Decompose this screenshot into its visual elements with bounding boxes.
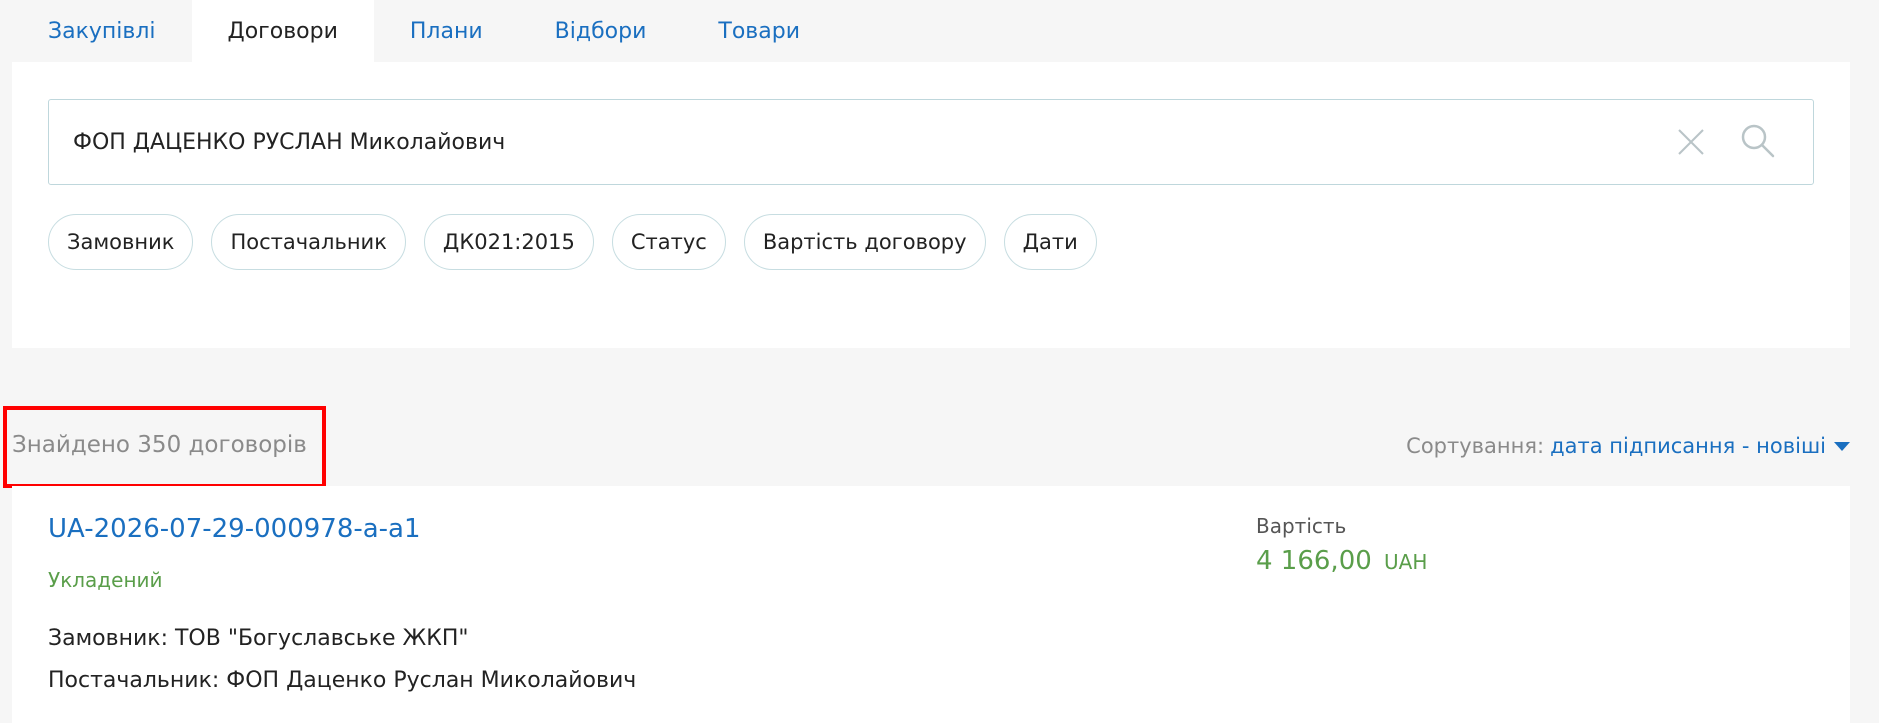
filter-status[interactable]: Статус	[611, 214, 726, 270]
tab-selections[interactable]: Відбори	[519, 0, 683, 62]
filter-supplier[interactable]: Постачальник	[211, 214, 406, 270]
price-value: 4 166,00 UAH	[1256, 546, 1427, 576]
search-input[interactable]	[73, 100, 1653, 184]
sort-control: Сортування: дата підписання - новіші	[1406, 434, 1850, 458]
filter-dates[interactable]: Дати	[1003, 214, 1097, 270]
supplier-line: Постачальник: ФОП Даценко Руслан Миколай…	[48, 668, 637, 693]
filter-cpv[interactable]: ДК021:2015	[423, 214, 594, 270]
caret-down-icon[interactable]	[1834, 441, 1850, 451]
price-amount: 4 166,00	[1256, 546, 1372, 576]
filter-contract-value[interactable]: Вартість договору	[743, 214, 986, 270]
contract-id-link[interactable]: UA-2026-07-29-000978-a-a1	[48, 514, 421, 544]
price-label: Вартість	[1256, 514, 1347, 538]
highlight-frame	[3, 406, 326, 488]
sort-label: Сортування:	[1406, 434, 1545, 458]
price-currency: UAH	[1384, 550, 1428, 574]
sort-dropdown[interactable]: дата підписання - новіші	[1550, 434, 1826, 458]
filter-chips: Замовник Постачальник ДК021:2015 Статус …	[48, 214, 1097, 270]
tab-purchases[interactable]: Закупівлі	[12, 0, 192, 62]
search-box	[48, 99, 1814, 185]
tab-goods[interactable]: Товари	[682, 0, 836, 62]
search-icon[interactable]	[1739, 122, 1777, 160]
search-panel: Замовник Постачальник ДК021:2015 Статус …	[12, 62, 1850, 348]
customer-line: Замовник: ТОВ "Богуславське ЖКП"	[48, 626, 469, 651]
tab-plans[interactable]: Плани	[374, 0, 519, 62]
contract-card: UA-2026-07-29-000978-a-a1 Укладений Замо…	[12, 486, 1850, 723]
tab-bar: Закупівлі Договори Плани Відбори Товари	[12, 0, 836, 62]
close-icon[interactable]	[1674, 125, 1708, 159]
tab-contracts[interactable]: Договори	[191, 0, 374, 62]
filter-customer[interactable]: Замовник	[48, 214, 194, 270]
status-badge: Укладений	[48, 568, 163, 592]
